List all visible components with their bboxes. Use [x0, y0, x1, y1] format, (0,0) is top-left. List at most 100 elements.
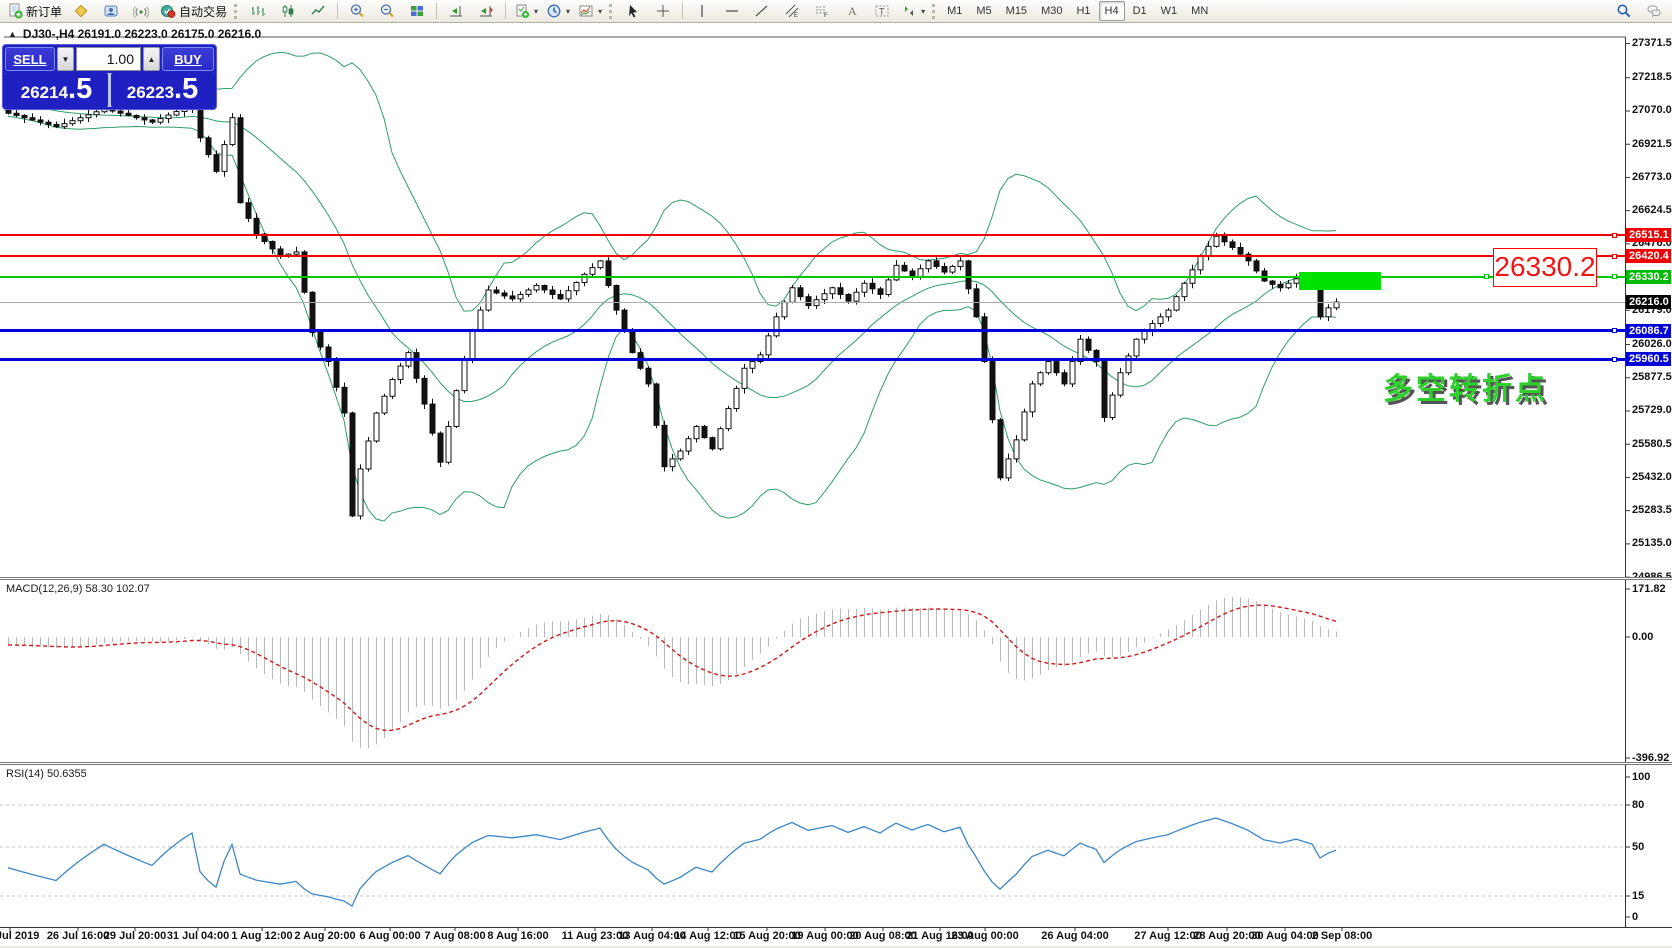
- indicator-tick-label: 171.82: [1632, 582, 1666, 595]
- price-callout-label[interactable]: 26330.2: [1493, 248, 1597, 287]
- periods-button[interactable]: ▾: [542, 0, 574, 22]
- zoom-out-button[interactable]: [372, 0, 402, 22]
- hline-annotation[interactable]: [0, 234, 1625, 237]
- chat-button[interactable]: [1639, 0, 1669, 22]
- toolbar-drag-handle[interactable]: [932, 3, 938, 19]
- axis-price-tag: 26420.4: [1626, 249, 1671, 264]
- timeframe-button-mn[interactable]: MN: [1185, 1, 1214, 21]
- auto-scroll-button[interactable]: [441, 0, 471, 22]
- zoom-in-icon: [350, 4, 364, 18]
- timeframe-button-m15[interactable]: M15: [1000, 1, 1033, 21]
- time-axis-label: 1 Aug 12:00: [231, 930, 293, 942]
- svg-text:A: A: [848, 4, 857, 18]
- one-click-trading-panel: SELL ▼ 1.00 ▲ BUY 26214.5 26223.5: [2, 44, 217, 110]
- sell-price[interactable]: 26214.5: [5, 73, 108, 107]
- time-axis-label: 7 Aug 08:00: [424, 930, 486, 942]
- vertical-line-icon: [701, 5, 703, 17]
- profile-diamond-icon: [74, 4, 88, 18]
- hline-annotation[interactable]: [0, 357, 1625, 361]
- indicator-tick-label: 80: [1632, 798, 1645, 811]
- chart-canvas[interactable]: [0, 0, 1672, 948]
- trendline-button[interactable]: [747, 0, 777, 22]
- hline-handle[interactable]: [1484, 274, 1489, 279]
- axis-price-tag: 26216.0: [1626, 295, 1671, 310]
- candlestick-chart-button[interactable]: [273, 0, 303, 22]
- hline-annotation[interactable]: [0, 275, 1625, 278]
- buy-price[interactable]: 26223.5: [111, 73, 214, 107]
- hline-handle[interactable]: [1612, 232, 1617, 238]
- hline-handle[interactable]: [1612, 253, 1617, 259]
- price-tick-label: 27218.5: [1632, 71, 1672, 84]
- timeframe-button-m30[interactable]: M30: [1035, 1, 1068, 21]
- hline-annotation[interactable]: [0, 255, 1625, 258]
- collapse-panel-icon[interactable]: ▲: [8, 29, 17, 39]
- volume-down-button[interactable]: ▼: [57, 47, 74, 71]
- zoom-in-button[interactable]: [342, 0, 372, 22]
- price-tick-label: 25135.0: [1632, 537, 1672, 550]
- buy-button[interactable]: BUY: [162, 47, 214, 71]
- main-toolbar: 新订单 自动交易 ▾ ▾ ▾ E F A T ▾ M1 M5 M15 M30 H…: [0, 0, 1672, 23]
- time-axis-line: [0, 927, 1672, 928]
- timeframe-button-h1[interactable]: H1: [1070, 1, 1096, 21]
- support-zone-rectangle[interactable]: [1299, 271, 1381, 290]
- equidistant-channel-button[interactable]: E: [777, 0, 807, 22]
- arrows-button[interactable]: ▾: [897, 0, 929, 22]
- svg-text:T: T: [879, 7, 885, 17]
- rsi-pane-splitter[interactable]: [0, 762, 1672, 765]
- text-a-icon: A: [848, 4, 857, 18]
- templates-button[interactable]: ▾: [574, 0, 606, 22]
- horizontal-line-button[interactable]: [717, 0, 747, 22]
- buy-price-main: 26223: [126, 83, 175, 102]
- tile-windows-button[interactable]: [402, 0, 432, 22]
- toolbar-drag-handle[interactable]: [609, 3, 615, 19]
- crosshair-icon: [657, 5, 670, 17]
- macd-pane-splitter[interactable]: [0, 577, 1672, 580]
- new-chart-button[interactable]: ▾: [510, 0, 542, 22]
- cursor-button[interactable]: [618, 0, 648, 22]
- chart-shift-button[interactable]: [471, 0, 501, 22]
- zoom-out-icon: [380, 4, 394, 18]
- volume-input[interactable]: 1.00: [76, 47, 141, 71]
- price-tick-label: 27371.5: [1632, 37, 1672, 50]
- fibonacci-button[interactable]: F: [807, 0, 837, 22]
- hline-handle[interactable]: [1612, 328, 1617, 334]
- new-order-button[interactable]: 新订单: [3, 0, 66, 22]
- line-chart-button[interactable]: [303, 0, 333, 22]
- autotrading-button[interactable]: 自动交易: [156, 0, 231, 22]
- volume-up-button[interactable]: ▲: [143, 47, 160, 71]
- market-watch-button[interactable]: [96, 0, 126, 22]
- hline-annotation[interactable]: [0, 301, 1625, 303]
- bar-chart-button[interactable]: [243, 0, 273, 22]
- turning-point-note[interactable]: 多空转折点: [1383, 364, 1548, 408]
- search-button[interactable]: [1609, 0, 1639, 22]
- timeframe-button-m5[interactable]: M5: [970, 1, 997, 21]
- hline-annotation[interactable]: [0, 329, 1625, 333]
- cursor-icon: [629, 5, 638, 18]
- text-button[interactable]: A: [837, 0, 867, 22]
- timeframe-button-m1[interactable]: M1: [941, 1, 968, 21]
- macd-label: MACD(12,26,9) 58.30 102.07: [6, 583, 150, 595]
- vertical-line-button[interactable]: [687, 0, 717, 22]
- chart-shift-icon: [480, 6, 493, 17]
- svg-text:E: E: [794, 13, 798, 19]
- timeframe-button-w1[interactable]: W1: [1155, 1, 1184, 21]
- fibonacci-icon: F: [816, 6, 828, 19]
- candles-layer: [5, 99, 1340, 520]
- time-axis-label: 8 Aug 16:00: [487, 930, 549, 942]
- price-tick-label: 27070.0: [1632, 104, 1672, 117]
- timeframe-button-h4[interactable]: H4: [1098, 1, 1125, 21]
- toolbar-drag-handle[interactable]: [234, 3, 240, 19]
- text-label-button[interactable]: T: [867, 0, 897, 22]
- crosshair-button[interactable]: [648, 0, 678, 22]
- signals-button[interactable]: [126, 0, 156, 22]
- sell-button[interactable]: SELL: [5, 47, 55, 71]
- hline-handle[interactable]: [1612, 274, 1617, 279]
- time-axis-label: 25 Jul 2019: [0, 930, 40, 942]
- time-axis-label: 29 Jul 20:00: [103, 930, 167, 942]
- templates-caret-icon: ▾: [598, 6, 603, 16]
- chart-profile-button[interactable]: [66, 0, 96, 22]
- timeframe-button-d1[interactable]: D1: [1127, 1, 1153, 21]
- candlestick-chart-icon: [282, 5, 294, 17]
- hline-handle[interactable]: [1612, 356, 1617, 362]
- time-axis-label: 6 Aug 00:00: [359, 930, 421, 942]
